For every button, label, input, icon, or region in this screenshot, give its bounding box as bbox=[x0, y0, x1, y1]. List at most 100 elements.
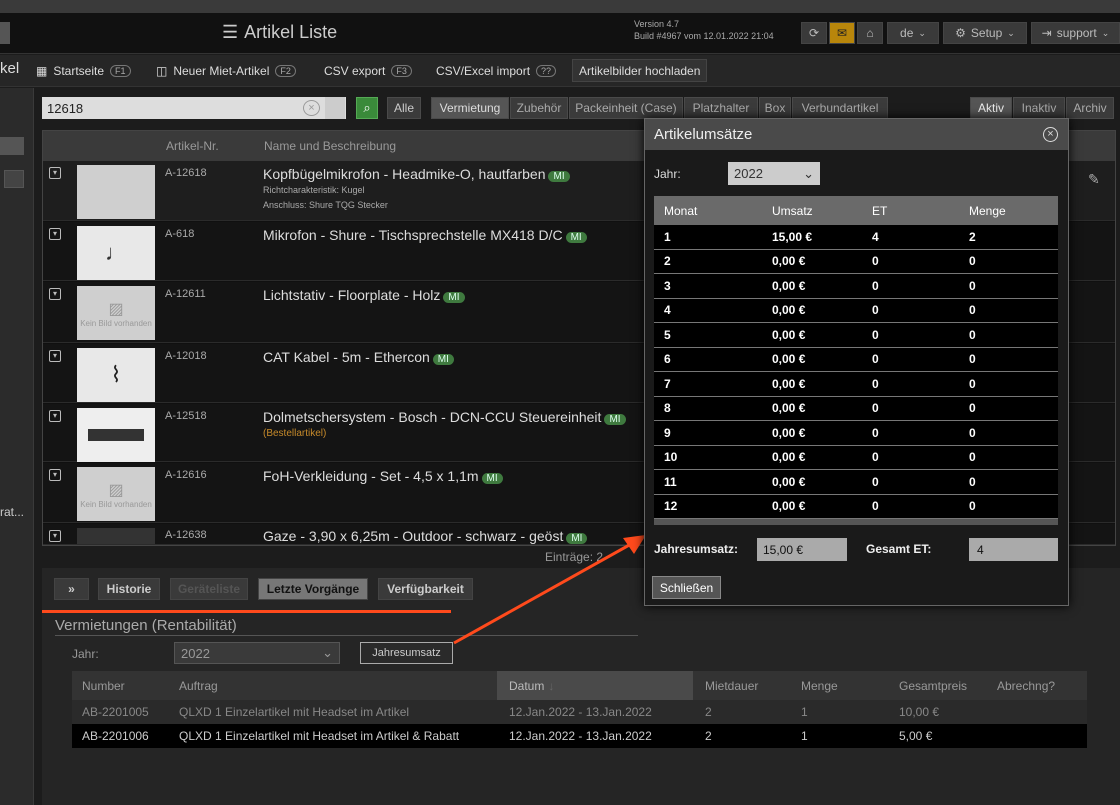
search-input[interactable]: 12618 bbox=[42, 97, 346, 119]
table-body: 1 15,00 €4 2 2 0,00 €0 0 3 0,00 €0 0 4 0,00 €0 0 5 0,… bbox=[654, 225, 1058, 519]
chevron-down-icon: ⌄ bbox=[1007, 27, 1015, 38]
language-select[interactable]: de ⌄ bbox=[887, 22, 939, 44]
page-title: ☰ Artikel Liste bbox=[222, 22, 338, 42]
chevron-down-icon: ⌄ bbox=[803, 165, 814, 181]
month-row: 12 0,00 €0 0 bbox=[654, 494, 1058, 519]
table-header: Number Auftrag Datum ↓ Mietdauer Menge Ge… bbox=[72, 671, 1087, 700]
device-shape bbox=[88, 429, 144, 441]
sidebar-cut-text: rat... bbox=[0, 505, 25, 519]
refresh-icon: ⟳ bbox=[808, 26, 820, 40]
filter-packeinheit[interactable]: Packeinheit (Case) bbox=[569, 97, 683, 119]
list-icon: ☰ bbox=[222, 22, 239, 42]
year-select[interactable]: 2022 ⌄ bbox=[174, 642, 340, 664]
expand-icon[interactable]: ▾ bbox=[49, 167, 61, 179]
home-icon: ⌂ bbox=[866, 26, 874, 40]
close-icon[interactable]: × bbox=[1043, 127, 1058, 142]
search-dropdown[interactable] bbox=[325, 97, 345, 119]
version-info: Version 4.7 Build #4967 vom 12.01.2022 2… bbox=[634, 19, 774, 41]
sidebar-item[interactable] bbox=[0, 137, 24, 155]
filter-vermietung[interactable]: Vermietung bbox=[431, 97, 509, 119]
sidebar-toggle[interactable] bbox=[0, 22, 10, 44]
setup-button[interactable]: ⚙ Setup ⌄ bbox=[943, 22, 1027, 44]
collapse-button[interactable]: » bbox=[54, 578, 89, 600]
home-button[interactable]: ⌂ bbox=[857, 22, 883, 44]
expand-icon[interactable]: ▾ bbox=[49, 530, 61, 542]
article-image: ♩ bbox=[77, 226, 155, 280]
month-row: 2 0,00 €0 0 bbox=[654, 249, 1058, 274]
filter-alle[interactable]: Alle bbox=[387, 97, 421, 119]
sidebar-title-cut: kel bbox=[0, 60, 20, 77]
search-icon: ⌕ bbox=[363, 100, 371, 115]
month-row: 3 0,00 €0 0 bbox=[654, 274, 1058, 299]
csv-export-button[interactable]: CSV export F3 bbox=[318, 60, 418, 82]
mi-badge: MI bbox=[432, 354, 454, 365]
column-header-artno: Artikel-Nr. bbox=[166, 139, 219, 153]
upload-images-button[interactable]: Artikelbilder hochladen bbox=[572, 59, 708, 82]
mi-badge: MI bbox=[443, 292, 465, 303]
filter-verbundartikel[interactable]: Verbundartikel bbox=[792, 97, 888, 119]
dialog-year-select[interactable]: 2022 ⌄ bbox=[728, 162, 820, 185]
article-image: ⌇ bbox=[77, 348, 155, 402]
startseite-button[interactable]: ▦ Startseite F1 bbox=[30, 60, 137, 82]
schliessen-button[interactable]: Schließen bbox=[652, 576, 721, 599]
mail-button[interactable]: ✉ bbox=[829, 22, 855, 44]
arrow-line bbox=[453, 537, 641, 645]
month-row: 4 0,00 €0 0 bbox=[654, 298, 1058, 323]
mail-icon: ✉ bbox=[836, 26, 848, 40]
month-row: 9 0,00 €0 0 bbox=[654, 421, 1058, 446]
filter-aktiv[interactable]: Aktiv bbox=[970, 97, 1012, 119]
os-top-bar bbox=[0, 0, 1120, 14]
expand-icon[interactable]: ▾ bbox=[49, 350, 61, 362]
sort-icon: ↓ bbox=[548, 678, 555, 693]
table-row[interactable]: AB-2201005 QLXD 1 Einzelartikel mit Head… bbox=[72, 700, 1087, 724]
mi-badge: MI bbox=[565, 232, 587, 243]
csv-excel-import-button[interactable]: CSV/Excel import?? bbox=[430, 60, 562, 82]
box-icon: ◫ bbox=[156, 64, 168, 78]
month-row: 6 0,00 €0 0 bbox=[654, 347, 1058, 372]
filter-box[interactable]: Box bbox=[759, 97, 791, 119]
filter-inaktiv[interactable]: Inaktiv bbox=[1013, 97, 1065, 119]
table-scrollbar[interactable] bbox=[654, 519, 1058, 525]
expand-icon[interactable]: ▾ bbox=[49, 469, 61, 481]
filter-platzhalter[interactable]: Platzhalter bbox=[684, 97, 758, 119]
filter-archiv[interactable]: Archiv bbox=[1066, 97, 1114, 119]
month-row: 5 0,00 €0 0 bbox=[654, 323, 1058, 348]
support-button[interactable]: ⇥ support ⌄ bbox=[1031, 22, 1120, 44]
article-image bbox=[77, 528, 155, 544]
chevron-down-icon: ⌄ bbox=[1101, 27, 1110, 38]
annotation-arrow bbox=[453, 535, 646, 645]
left-sidebar bbox=[0, 88, 34, 805]
new-rental-article-button[interactable]: ◫ Neuer Miet-Artikel F2 bbox=[150, 60, 302, 82]
calendar-icon: ▦ bbox=[36, 64, 48, 78]
image-icon: ▨ bbox=[108, 481, 124, 499]
gesamt-et-field: 4 bbox=[969, 538, 1058, 561]
tab-letzte-vorgaenge[interactable]: Letzte Vorgänge bbox=[258, 578, 368, 600]
image-icon: ▨ bbox=[108, 300, 124, 318]
search-button[interactable]: ⌕ bbox=[356, 97, 378, 119]
tab-geraeteliste[interactable]: Geräteliste bbox=[170, 578, 248, 600]
sidebar-item[interactable] bbox=[4, 170, 24, 188]
dialog-title: Artikelumsätze bbox=[645, 119, 1068, 150]
expand-icon[interactable]: ▾ bbox=[49, 288, 61, 300]
jahresumsatz-field: 15,00 € bbox=[757, 538, 847, 561]
expand-icon[interactable]: ▾ bbox=[49, 410, 61, 422]
annotation-underline bbox=[42, 610, 451, 613]
edit-pencil-icon[interactable]: ✎ bbox=[1088, 171, 1100, 188]
expand-icon[interactable]: ▾ bbox=[49, 228, 61, 240]
filter-zubehoer[interactable]: Zubehör bbox=[510, 97, 568, 119]
gesamt-et-label: Gesamt ET: bbox=[866, 542, 932, 556]
article-image bbox=[77, 165, 155, 219]
article-image bbox=[77, 408, 155, 462]
mi-badge: MI bbox=[604, 414, 626, 425]
no-image-placeholder: ▨ Kein Bild vorhanden bbox=[77, 286, 155, 340]
chevron-down-icon: ⌄ bbox=[322, 645, 333, 660]
month-row: 10 0,00 €0 0 bbox=[654, 445, 1058, 470]
chevron-down-icon: ⌄ bbox=[918, 27, 926, 38]
refresh-button[interactable]: ⟳ bbox=[801, 22, 827, 44]
gear-icon: ⚙ bbox=[955, 26, 966, 40]
clear-icon[interactable]: × bbox=[303, 100, 320, 116]
monthly-revenue-table: Monat Umsatz ET Menge 1 15,00 €4 2 2 0,00 €0… bbox=[654, 196, 1058, 525]
no-image-placeholder: ▨ Kein Bild vorhanden bbox=[77, 467, 155, 521]
tab-historie[interactable]: Historie bbox=[98, 578, 160, 600]
table-row[interactable]: AB-2201006 QLXD 1 Einzelartikel mit Head… bbox=[72, 724, 1087, 748]
